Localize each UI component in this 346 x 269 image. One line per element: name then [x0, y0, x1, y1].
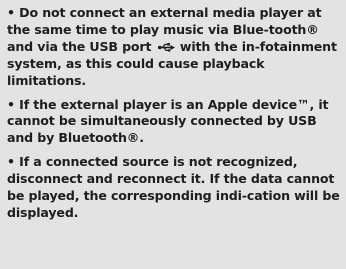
usb-icon — [157, 42, 175, 52]
note-apple-device: • If the external player is an Apple dev… — [7, 97, 340, 148]
note-text: If a connected source is not recognized,… — [7, 154, 340, 220]
note-text: If the external player is an Apple devic… — [7, 96, 329, 146]
note-usb-bluetooth: • Do not connect an external media playe… — [7, 5, 340, 90]
note-unrecognized-source: • If a connected source is not recognize… — [7, 154, 340, 222]
bullet: • — [7, 96, 15, 112]
bullet: • — [7, 154, 15, 170]
safety-note-box: • Do not connect an external media playe… — [0, 0, 346, 269]
bullet: • — [7, 5, 15, 20]
